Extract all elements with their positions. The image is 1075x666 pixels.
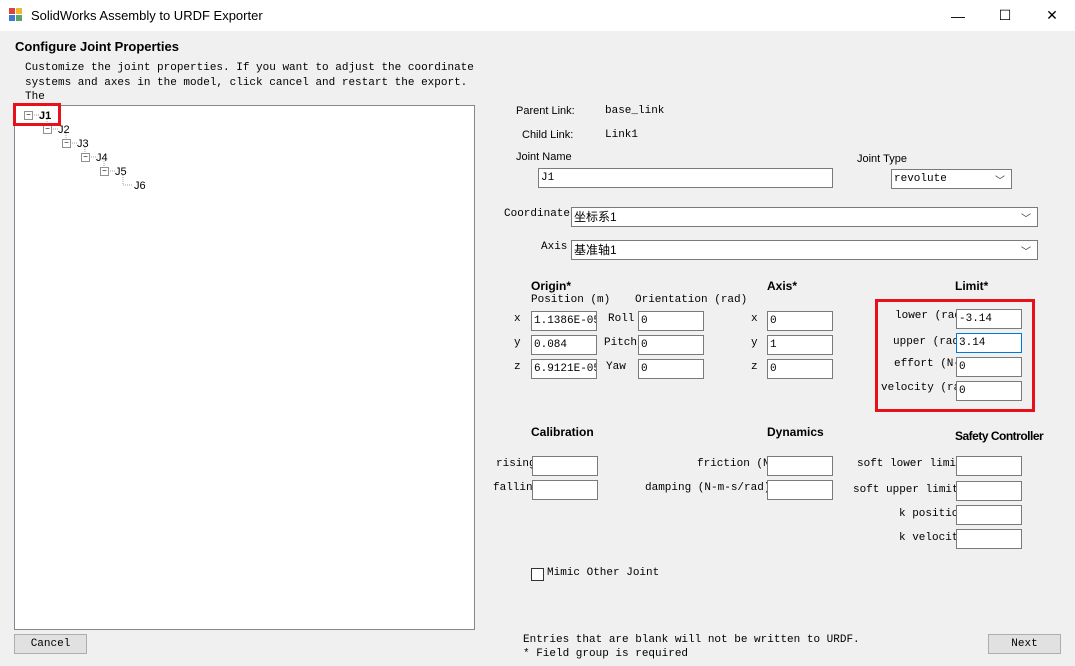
origin-z-label: z (514, 361, 521, 373)
roll-label: Roll (608, 313, 635, 325)
safety-controller-title: Safety Controller (955, 429, 1044, 443)
maximize-button[interactable]: ☐ (982, 0, 1028, 31)
soft-upper-limit-label: soft upper limit (853, 484, 959, 496)
minimize-button[interactable]: — (935, 0, 981, 31)
axis-y-input[interactable]: 1 (767, 335, 833, 355)
k-position-label: k position (899, 508, 956, 520)
cancel-button[interactable]: Cancel (14, 634, 87, 654)
blank-entries-note: Entries that are blank will not be writt… (523, 634, 860, 646)
close-button[interactable]: ✕ (1029, 0, 1075, 31)
rising-label: rising (496, 458, 533, 470)
k-velocity-input[interactable] (956, 529, 1022, 549)
k-position-input[interactable] (956, 505, 1022, 525)
page-title: Configure Joint Properties (15, 39, 179, 54)
coordinates-select[interactable]: 坐标系1 ﹀ (571, 207, 1038, 227)
axis-x-input[interactable]: 0 (767, 311, 833, 331)
child-link-value: Link1 (605, 129, 639, 141)
collapse-icon[interactable]: − (100, 167, 109, 176)
soft-lower-limit-label: soft lower limit (857, 458, 963, 470)
coordinates-value: 坐标系1 (574, 210, 617, 224)
axis-select-value: 基准轴1 (574, 243, 617, 257)
k-velocity-label: k velocity (899, 532, 956, 544)
axis-y-label: y (751, 337, 758, 349)
origin-y-label: y (514, 337, 521, 349)
tree-label: J4 (96, 152, 108, 164)
joint-name-label: Joint Name (516, 151, 572, 163)
coordinates-label: Coordinates (504, 208, 577, 220)
axis-select-label: Axis (541, 241, 568, 253)
collapse-icon[interactable]: − (81, 153, 90, 162)
tree-label: J5 (115, 166, 127, 178)
window-title: SolidWorks Assembly to URDF Exporter (31, 8, 263, 23)
yaw-label: Yaw (606, 361, 626, 373)
origin-y-input[interactable]: 0.084 (531, 335, 597, 355)
child-link-label: Child Link: (522, 129, 574, 141)
dynamics-title: Dynamics (767, 425, 824, 439)
orientation-label: Orientation (rad) (635, 294, 748, 306)
joint-name-input[interactable]: J1 (538, 168, 833, 188)
next-button[interactable]: Next (988, 634, 1061, 654)
axis-z-label: z (751, 361, 758, 373)
chevron-down-icon: ﹀ (1021, 247, 1031, 258)
calibration-title: Calibration (531, 425, 594, 439)
required-note: * Field group is required (523, 648, 689, 660)
falling-input[interactable] (532, 480, 598, 500)
origin-x-input[interactable]: 1.1386E-05 (531, 311, 597, 331)
tree-label: J3 (77, 138, 89, 150)
damping-input[interactable] (767, 480, 833, 500)
parent-link-value: base_link (605, 105, 665, 117)
rising-input[interactable] (532, 456, 598, 476)
axis-select[interactable]: 基准轴1 ﹀ (571, 240, 1038, 260)
damping-label: damping (N-m-s/rad) (645, 482, 771, 494)
chevron-down-icon: ﹀ (995, 176, 1005, 187)
collapse-icon[interactable]: − (62, 139, 71, 148)
soft-lower-limit-input[interactable] (956, 456, 1022, 476)
pitch-input[interactable]: 0 (638, 335, 704, 355)
position-label: Position (m) (531, 294, 611, 306)
tree-label: J6 (134, 180, 146, 192)
falling-label: falling (493, 482, 533, 494)
collapse-icon[interactable]: − (43, 125, 52, 134)
highlight-box-limit (875, 299, 1035, 412)
highlight-box-j1 (13, 103, 61, 126)
limit-title: Limit* (955, 279, 989, 293)
chevron-down-icon: ﹀ (1021, 214, 1031, 225)
origin-x-label: x (514, 313, 521, 325)
roll-input[interactable]: 0 (638, 311, 704, 331)
origin-z-input[interactable]: 6.9121E-05 (531, 359, 597, 379)
joint-type-select[interactable]: revolute ﹀ (891, 169, 1012, 189)
mimic-label: Mimic Other Joint (547, 567, 660, 579)
pitch-label: Pitch (604, 337, 638, 349)
joint-type-value: revolute (894, 173, 947, 185)
yaw-input[interactable]: 0 (638, 359, 704, 379)
joint-tree[interactable]: − J1 − J2 − J3 − J4 − J5 J6 (14, 105, 475, 630)
axis-z-input[interactable]: 0 (767, 359, 833, 379)
axis-x-label: x (751, 313, 758, 325)
origin-title: Origin* (531, 279, 572, 293)
axis-title: Axis* (767, 279, 798, 293)
friction-label: friction (N- (697, 458, 768, 470)
parent-link-label: Parent Link: (516, 105, 575, 117)
soft-upper-limit-input[interactable] (956, 481, 1022, 501)
friction-input[interactable] (767, 456, 833, 476)
mimic-checkbox[interactable] (531, 568, 544, 581)
joint-type-label: Joint Type (857, 153, 907, 165)
app-icon (9, 8, 22, 21)
